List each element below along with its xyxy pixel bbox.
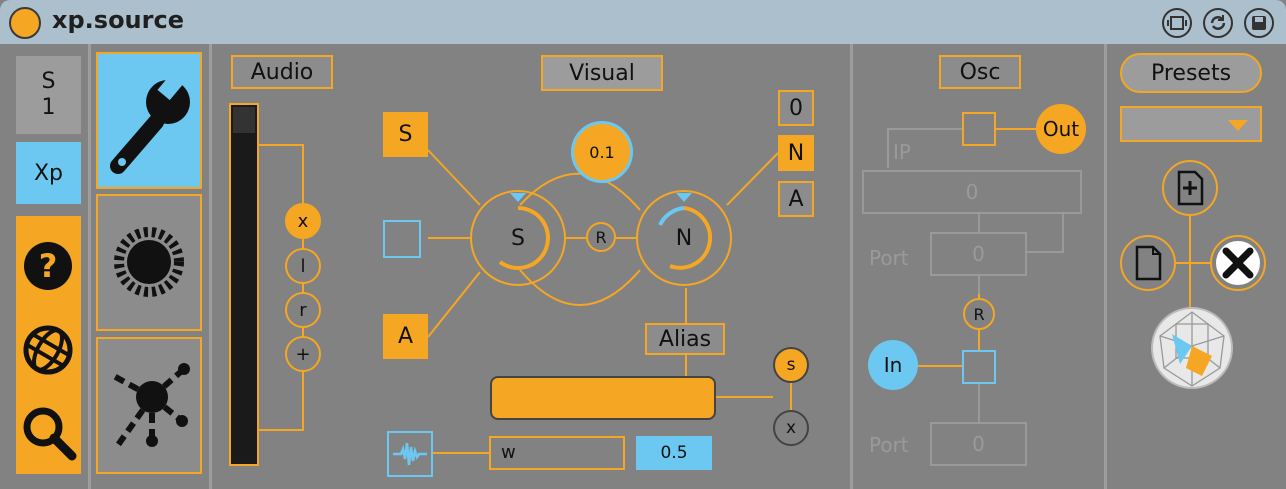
- presets-title: Presets: [1120, 53, 1262, 93]
- waveform-button[interactable]: [387, 431, 433, 477]
- knob-n-label: N: [675, 225, 693, 251]
- visual-s-button[interactable]: S: [383, 112, 428, 157]
- visual-r-button[interactable]: R: [586, 222, 616, 252]
- clear-x-button[interactable]: x: [773, 410, 809, 446]
- add-preset-button[interactable]: [1162, 160, 1218, 216]
- xp-source-device: xp.source S 1 Xp ? Audio x l r + Visual …: [0, 0, 1286, 489]
- audio-add-button[interactable]: +: [285, 336, 321, 372]
- new-preset-button[interactable]: [1120, 235, 1176, 291]
- visual-a-button[interactable]: A: [383, 314, 428, 359]
- osc-in-toggle[interactable]: [962, 350, 996, 384]
- osc-out-button[interactable]: Out: [1036, 104, 1086, 154]
- visual-value-dial[interactable]: 0.1: [571, 121, 633, 183]
- audio-x-button[interactable]: x: [285, 203, 321, 239]
- ip-field[interactable]: 0: [862, 170, 1082, 214]
- mode-0-button[interactable]: 0: [778, 90, 814, 126]
- delete-preset-button[interactable]: [1210, 235, 1266, 291]
- ip-label: IP: [893, 140, 911, 164]
- audio-section-title: Audio: [231, 55, 333, 89]
- audio-r-button[interactable]: r: [285, 292, 321, 328]
- osc-r-button[interactable]: R: [963, 298, 995, 330]
- alias-label: Alias: [645, 323, 725, 355]
- alias-input[interactable]: [490, 376, 716, 420]
- osc-in-button[interactable]: In: [868, 340, 918, 390]
- mode-a-button[interactable]: A: [778, 181, 814, 217]
- presets-dropdown[interactable]: [1120, 106, 1262, 142]
- w-field[interactable]: w: [489, 436, 625, 470]
- file-icon: [1135, 245, 1162, 281]
- osc-out-toggle[interactable]: [962, 112, 996, 146]
- port1-field[interactable]: 0: [930, 232, 1027, 276]
- knob-s-label: S: [511, 225, 525, 251]
- port1-label: Port: [869, 246, 909, 270]
- w-value[interactable]: 0.5: [636, 436, 712, 470]
- osc-section-title: Osc: [939, 55, 1021, 89]
- meter-top: [233, 107, 255, 133]
- mode-n-button[interactable]: N: [778, 135, 814, 171]
- audio-meter: [229, 103, 259, 466]
- waveform-icon: [393, 442, 427, 466]
- geodesic-sphere-icon: [1150, 306, 1234, 390]
- port2-label: Port: [869, 433, 909, 457]
- chevron-down-icon: [1228, 120, 1248, 131]
- audio-l-button[interactable]: l: [285, 248, 321, 284]
- visual-section-title: Visual: [541, 55, 663, 91]
- port2-field[interactable]: 0: [930, 422, 1027, 466]
- close-icon: [1216, 241, 1260, 285]
- send-s-button[interactable]: s: [773, 347, 809, 383]
- visual-toggle[interactable]: [383, 220, 421, 258]
- file-add-icon: [1177, 170, 1204, 206]
